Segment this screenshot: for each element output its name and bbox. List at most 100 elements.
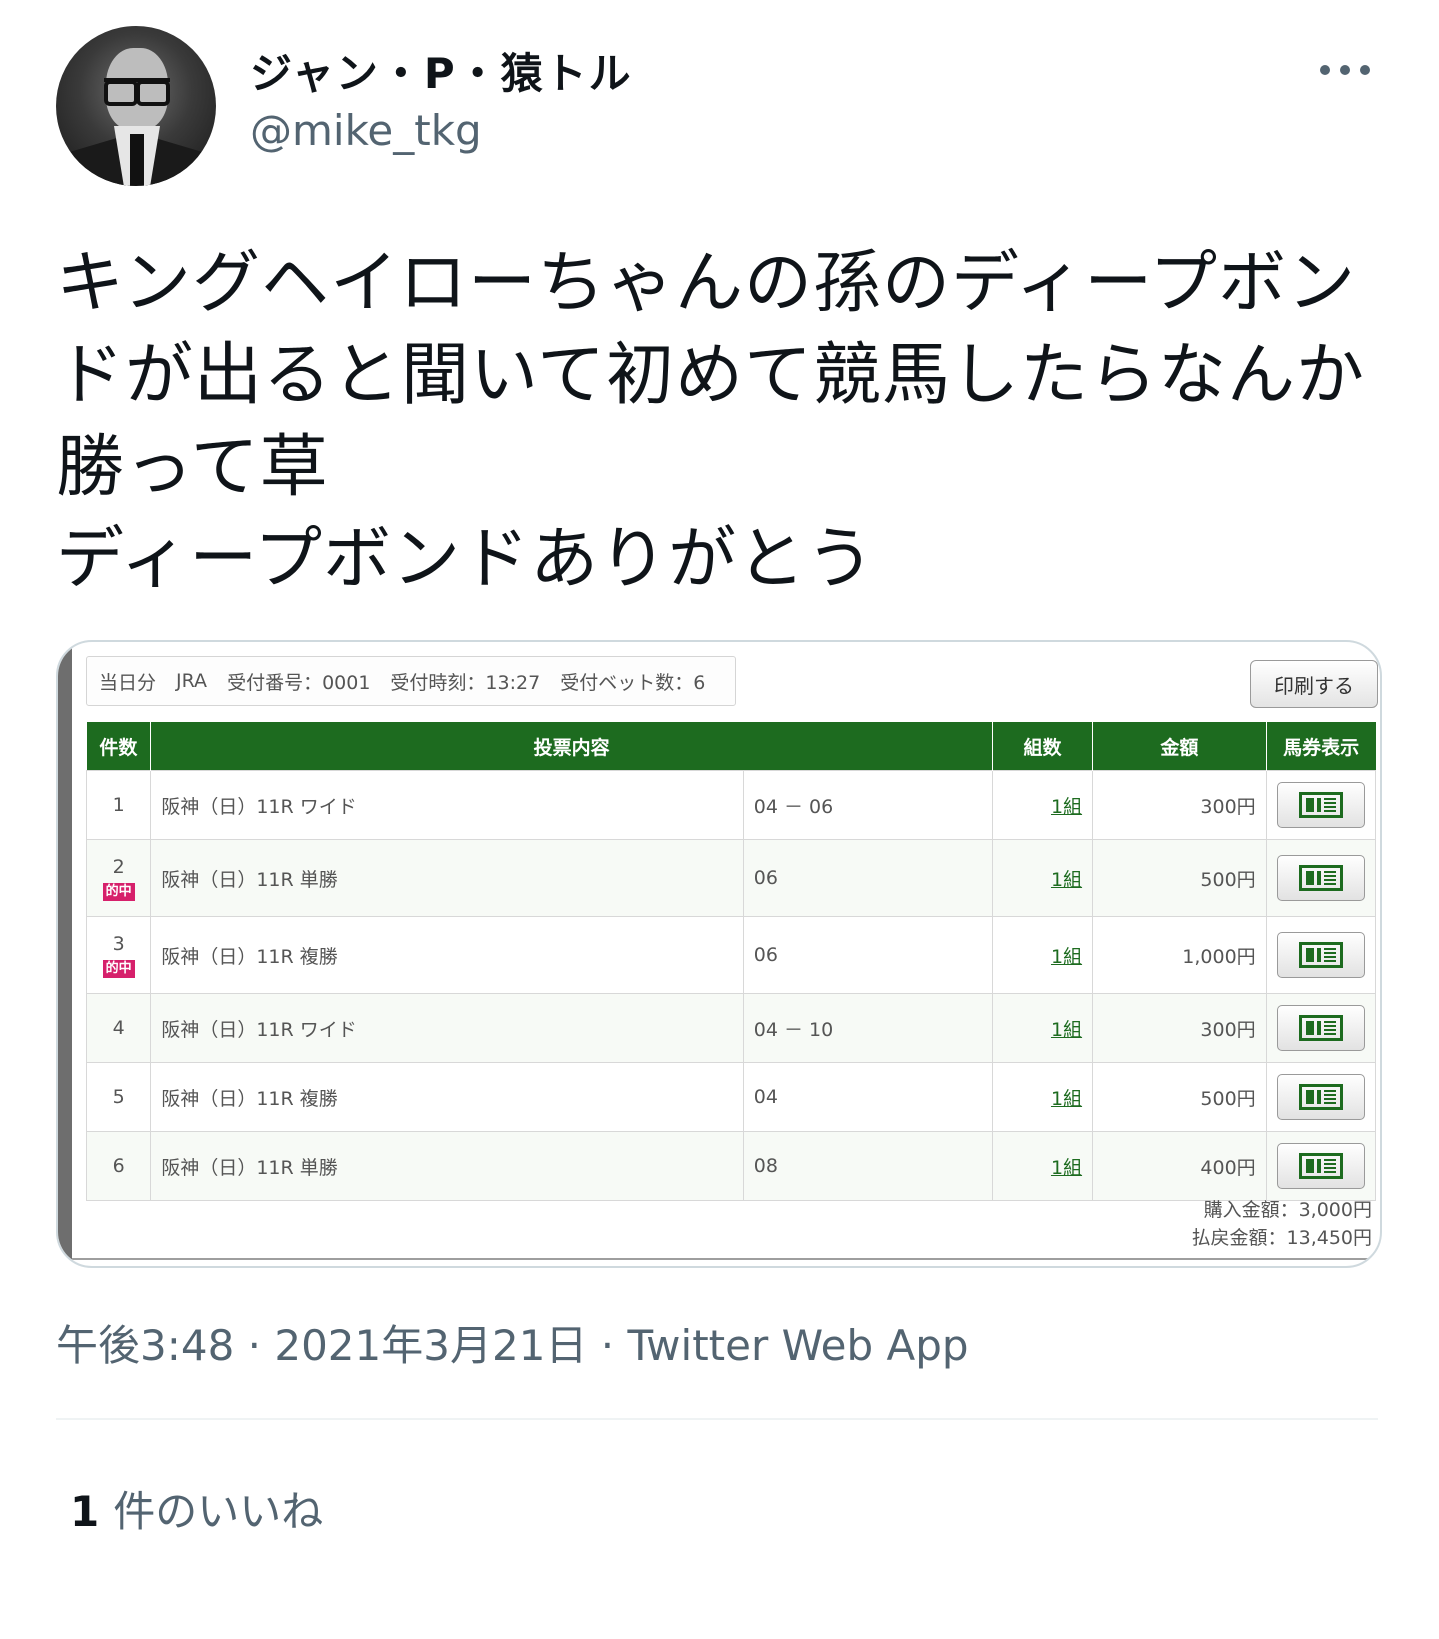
row-number: 3 bbox=[112, 932, 125, 955]
kumi-cell: 1組 bbox=[991, 1131, 1094, 1201]
avatar-glasses bbox=[104, 78, 170, 106]
ticket-cell bbox=[1265, 916, 1377, 994]
table-row: 4 阪神（日）11R ワイド 04 － 10 1組 300円 bbox=[85, 993, 1377, 1063]
row-number-cell: 5 bbox=[85, 1062, 152, 1132]
print-button[interactable]: 印刷する bbox=[1250, 660, 1378, 708]
ticket-cell bbox=[1265, 770, 1377, 840]
more-icon-dot bbox=[1360, 65, 1370, 75]
purchase-total: 購入金額：3,000円 bbox=[1203, 1199, 1372, 1221]
horse-numbers: 04 bbox=[742, 1062, 993, 1132]
likes-link[interactable]: 1 件のいいね bbox=[70, 1478, 323, 1539]
receipt-totals: 購入金額：3,000円 払戻金額：13,450円 bbox=[1192, 1196, 1372, 1252]
race-description: 阪神（日）11R 複勝 bbox=[150, 916, 744, 994]
divider bbox=[56, 1418, 1378, 1420]
kumi-link[interactable]: 1組 bbox=[1051, 1088, 1082, 1110]
ticket-view-button[interactable] bbox=[1276, 1074, 1365, 1120]
bet-amount: 500円 bbox=[1092, 1062, 1267, 1132]
row-number-cell: 1 bbox=[85, 770, 152, 840]
receipt-number: 受付番号：0001 bbox=[227, 671, 371, 694]
ticket-icon bbox=[1298, 942, 1343, 968]
ticket-icon bbox=[1298, 1153, 1343, 1179]
likes-count: 1 bbox=[70, 1487, 100, 1536]
table-row: 2 的中 阪神（日）11R 単勝 06 1組 500円 bbox=[85, 839, 1377, 917]
ticket-cell bbox=[1265, 839, 1377, 917]
user-handle[interactable]: @mike_tkg bbox=[250, 106, 482, 155]
tweet-text: キングヘイローちゃんの孫のディープボンドが出ると聞いて初めて競馬したらなんか勝っ… bbox=[56, 244, 1365, 599]
kumi-cell: 1組 bbox=[991, 839, 1094, 917]
image-bottom-line bbox=[72, 1258, 1380, 1260]
col-header-kumi: 組数 bbox=[991, 722, 1093, 771]
bets-table: 件数 投票内容 組数 金額 馬券表示 1 阪神（日）11R ワイド 04 － 0… bbox=[85, 722, 1377, 1201]
row-number: 1 bbox=[112, 794, 125, 816]
ticket-view-button[interactable] bbox=[1276, 855, 1365, 901]
image-left-bar bbox=[58, 642, 72, 1266]
bet-amount: 1,000円 bbox=[1092, 916, 1267, 994]
table-header-row: 件数 投票内容 組数 金額 馬券表示 bbox=[86, 722, 1376, 771]
horse-numbers: 08 bbox=[742, 1131, 993, 1201]
display-name[interactable]: ジャン・P・猿トル bbox=[250, 40, 633, 101]
row-number: 6 bbox=[112, 1155, 125, 1177]
avatar[interactable] bbox=[56, 26, 216, 186]
table-row: 3 的中 阪神（日）11R 複勝 06 1組 1,000円 bbox=[85, 916, 1377, 994]
race-description: 阪神（日）11R 単勝 bbox=[150, 1131, 744, 1201]
race-description: 阪神（日）11R ワイド bbox=[150, 770, 744, 840]
more-icon-dot bbox=[1320, 65, 1330, 75]
kumi-link[interactable]: 1組 bbox=[1051, 796, 1082, 818]
bet-amount: 500円 bbox=[1092, 839, 1267, 917]
kumi-link[interactable]: 1組 bbox=[1051, 946, 1082, 968]
receipt-org: JRA bbox=[176, 670, 208, 692]
ticket-view-button[interactable] bbox=[1276, 1005, 1365, 1051]
kumi-cell: 1組 bbox=[991, 770, 1094, 840]
tweet-image[interactable]: 当日分 JRA 受付番号：0001 受付時刻：13:27 受付ベット数：6 印刷… bbox=[56, 640, 1382, 1268]
horse-numbers: 04 － 06 bbox=[742, 770, 993, 840]
kumi-cell: 1組 bbox=[991, 1062, 1094, 1132]
col-header-content: 投票内容 bbox=[150, 722, 993, 771]
receipt-info: 当日分 JRA 受付番号：0001 受付時刻：13:27 受付ベット数：6 bbox=[86, 656, 736, 706]
more-icon-dot bbox=[1340, 65, 1350, 75]
ticket-cell bbox=[1265, 1062, 1377, 1132]
ticket-icon bbox=[1298, 792, 1343, 818]
row-number-cell: 4 bbox=[85, 993, 152, 1063]
row-number: 5 bbox=[112, 1086, 125, 1108]
row-number-cell: 6 bbox=[85, 1131, 152, 1201]
table-row: 6 阪神（日）11R 単勝 08 1組 400円 bbox=[85, 1131, 1377, 1201]
kumi-cell: 1組 bbox=[991, 993, 1094, 1063]
hit-badge: 的中 bbox=[102, 882, 135, 901]
ticket-view-button[interactable] bbox=[1276, 1143, 1365, 1189]
ticket-view-button[interactable] bbox=[1276, 782, 1365, 828]
table-row: 5 阪神（日）11R 複勝 04 1組 500円 bbox=[85, 1062, 1377, 1132]
bet-amount: 300円 bbox=[1092, 993, 1267, 1063]
race-description: 阪神（日）11R 単勝 bbox=[150, 839, 744, 917]
ticket-icon bbox=[1298, 1015, 1343, 1041]
horse-numbers: 06 bbox=[742, 916, 993, 994]
table-row: 1 阪神（日）11R ワイド 04 － 06 1組 300円 bbox=[85, 770, 1377, 840]
hit-badge: 的中 bbox=[102, 959, 135, 978]
kumi-cell: 1組 bbox=[991, 916, 1094, 994]
ticket-cell bbox=[1265, 1131, 1377, 1201]
tweet-timestamp[interactable]: 午後3:48 · 2021年3月21日 · Twitter Web App bbox=[56, 1312, 969, 1373]
row-number: 4 bbox=[112, 1017, 125, 1039]
kumi-link[interactable]: 1組 bbox=[1051, 869, 1082, 891]
ticket-icon bbox=[1298, 865, 1343, 891]
payout-total: 払戻金額：13,450円 bbox=[1191, 1227, 1372, 1249]
ticket-view-button[interactable] bbox=[1276, 932, 1365, 978]
likes-label: 件のいいね bbox=[113, 1487, 324, 1536]
row-number: 2 bbox=[112, 855, 125, 878]
receipt-day: 当日分 bbox=[99, 671, 157, 694]
col-header-amount: 金額 bbox=[1092, 722, 1267, 771]
race-description: 阪神（日）11R ワイド bbox=[150, 993, 744, 1063]
more-icon[interactable] bbox=[1320, 60, 1380, 80]
receipt-time: 受付時刻：13:27 bbox=[390, 671, 541, 694]
horse-numbers: 04 － 10 bbox=[742, 993, 993, 1063]
race-description: 阪神（日）11R 複勝 bbox=[150, 1062, 744, 1132]
bet-amount: 300円 bbox=[1092, 770, 1267, 840]
col-header-count: 件数 bbox=[86, 722, 151, 771]
ticket-cell bbox=[1265, 993, 1377, 1063]
row-number-cell: 2 的中 bbox=[85, 839, 152, 917]
row-number-cell: 3 的中 bbox=[85, 916, 152, 994]
kumi-link[interactable]: 1組 bbox=[1051, 1157, 1082, 1179]
avatar-tie bbox=[130, 134, 144, 186]
bet-amount: 400円 bbox=[1092, 1131, 1267, 1201]
kumi-link[interactable]: 1組 bbox=[1051, 1019, 1082, 1041]
horse-numbers: 06 bbox=[742, 839, 993, 917]
